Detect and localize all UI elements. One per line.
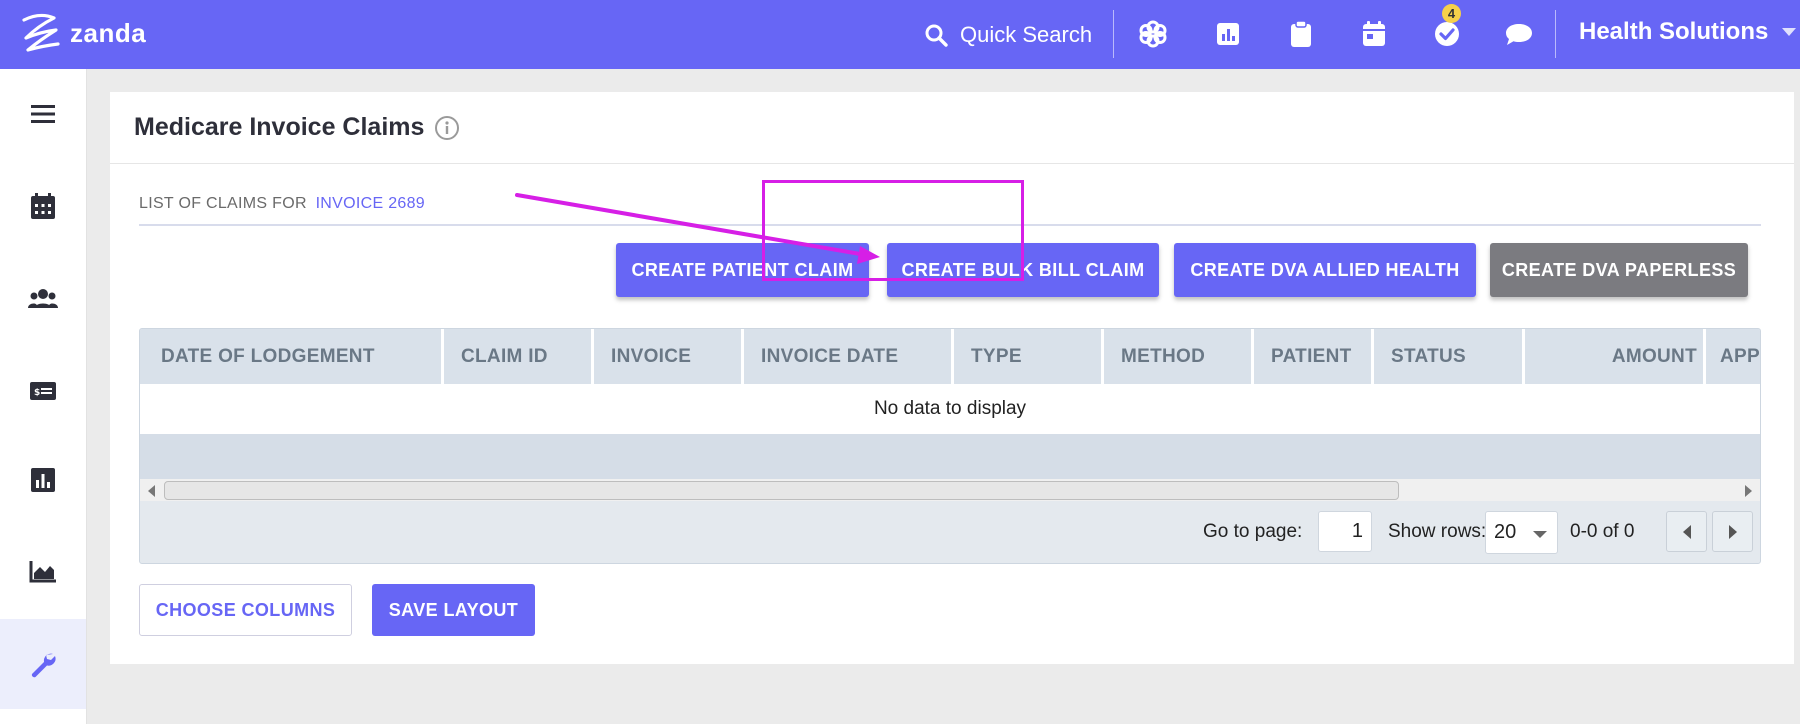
info-icon[interactable] [434, 115, 460, 141]
flower-icon[interactable] [1135, 16, 1171, 52]
svg-text:$: $ [34, 388, 40, 398]
chevron-down-icon [1782, 27, 1797, 36]
sidebar: $ [0, 69, 87, 724]
col-amount[interactable]: AMOUNT [1525, 329, 1706, 384]
col-type[interactable]: TYPE [954, 329, 1104, 384]
quick-search-label: Quick Search [960, 21, 1093, 47]
col-patient[interactable]: PATIENT [1254, 329, 1374, 384]
grid-empty-area [140, 434, 1760, 479]
sidebar-calendar-icon[interactable] [0, 161, 86, 251]
top-bar: zanda Quick Search 4 Health Solutions [0, 0, 1800, 69]
card-header: Medicare Invoice Claims [110, 92, 1794, 164]
divider [139, 224, 1761, 226]
clipboard-icon[interactable] [1283, 16, 1319, 52]
go-to-page-label: Go to page: [1203, 521, 1303, 542]
chevron-down-icon [1533, 531, 1547, 538]
billing-icon[interactable]: $ [0, 346, 86, 436]
quick-search-button[interactable]: Quick Search [924, 0, 1092, 69]
search-icon [925, 24, 948, 47]
no-data-message: No data to display [140, 384, 1760, 434]
scrollbar-thumb[interactable] [164, 481, 1399, 500]
organization-menu[interactable]: Health Solutions [1579, 0, 1797, 63]
horizontal-scrollbar[interactable] [140, 479, 1760, 501]
col-app[interactable]: APP [1706, 329, 1760, 384]
next-page-button[interactable] [1712, 511, 1753, 552]
save-layout-button[interactable]: SAVE LAYOUT [372, 584, 535, 636]
scroll-right-icon[interactable] [1745, 485, 1752, 497]
col-invoice[interactable]: INVOICE [594, 329, 744, 384]
create-dva-allied-health-button[interactable]: CREATE DVA ALLIED HEALTH [1174, 243, 1476, 297]
logo-text: zanda [70, 17, 147, 48]
go-to-page-input[interactable] [1318, 511, 1372, 552]
pagination-bar: Go to page: Show rows: 20 0-0 of 0 [140, 501, 1760, 563]
grid-header: DATE OF LODGEMENT CLAIM ID INVOICE INVOI… [140, 329, 1760, 384]
claims-list-label: LIST OF CLAIMS FOR INVOICE 2689 [139, 195, 425, 213]
col-invoice-date[interactable]: INVOICE DATE [744, 329, 954, 384]
col-method[interactable]: METHOD [1104, 329, 1254, 384]
org-name: Health Solutions [1579, 17, 1769, 45]
create-patient-claim-button[interactable]: CREATE PATIENT CLAIM [616, 243, 869, 297]
choose-columns-button[interactable]: CHOOSE COLUMNS [139, 584, 352, 636]
create-bulk-bill-claim-button[interactable]: CREATE BULK BILL CLAIM [887, 243, 1159, 297]
menu-icon[interactable] [0, 69, 86, 159]
chevron-right-icon [1728, 524, 1737, 539]
rows-per-page-select[interactable]: 20 [1485, 511, 1558, 554]
claims-list-text: LIST OF CLAIMS FOR [139, 195, 307, 212]
settings-wrench-icon[interactable] [0, 619, 86, 709]
zanda-logo-icon [22, 13, 60, 52]
notification-badge: 4 [1442, 4, 1461, 23]
show-rows-label: Show rows: [1388, 521, 1487, 542]
page-title: Medicare Invoice Claims [134, 113, 425, 141]
report-icon[interactable] [1210, 16, 1246, 52]
col-date-of-lodgement[interactable]: DATE OF LODGEMENT [140, 329, 444, 384]
zanda-logo[interactable]: zanda [18, 10, 146, 56]
rows-per-page-value: 20 [1494, 521, 1517, 543]
analytics-icon[interactable] [0, 526, 86, 616]
scroll-left-icon[interactable] [148, 485, 155, 497]
col-status[interactable]: STATUS [1374, 329, 1525, 384]
topbar-divider [1555, 10, 1556, 58]
claims-grid: DATE OF LODGEMENT CLAIM ID INVOICE INVOI… [139, 328, 1761, 564]
chat-icon[interactable] [1501, 16, 1537, 52]
topbar-divider [1113, 10, 1114, 58]
invoice-link[interactable]: INVOICE 2689 [316, 195, 425, 212]
clients-icon[interactable] [0, 254, 86, 344]
claims-card: Medicare Invoice Claims LIST OF CLAIMS F… [110, 92, 1794, 664]
chevron-left-icon [1682, 524, 1691, 539]
reports-icon[interactable] [0, 435, 86, 525]
col-claim-id[interactable]: CLAIM ID [444, 329, 594, 384]
prev-page-button[interactable] [1666, 511, 1707, 552]
page-range-text: 0-0 of 0 [1570, 521, 1635, 542]
calendar-icon[interactable] [1356, 16, 1392, 52]
create-dva-paperless-button[interactable]: CREATE DVA PAPERLESS [1490, 243, 1748, 297]
